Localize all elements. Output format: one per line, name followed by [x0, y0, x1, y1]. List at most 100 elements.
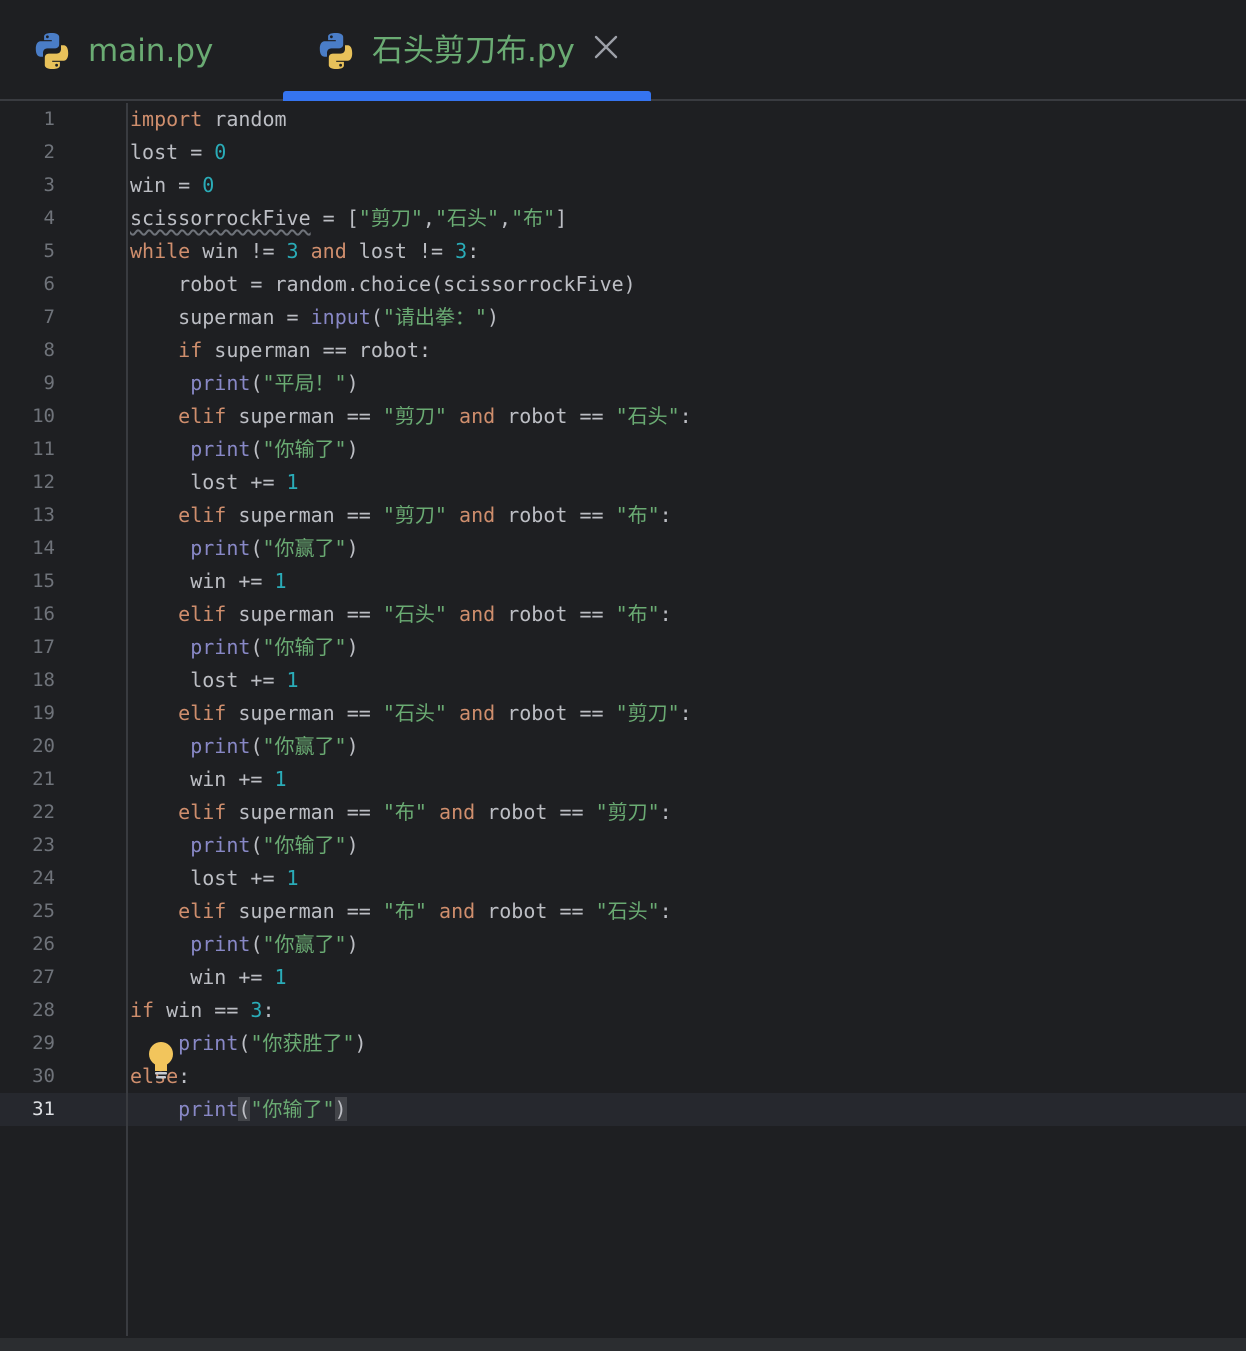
code-token: "你赢了"	[262, 734, 347, 758]
line-number: 4	[43, 207, 55, 229]
code-line[interactable]: 30 else:	[0, 1060, 1246, 1093]
code-line[interactable]: 10 elif superman == "剪刀" and robot == "石…	[0, 400, 1246, 433]
tab-active-file[interactable]: 石头剪刀布.py	[316, 0, 651, 101]
code-token: superman ==	[226, 404, 383, 428]
code-line[interactable]: 6 robot = random.choice(scissorrockFive)	[0, 268, 1246, 301]
code-line[interactable]: 18 lost += 1	[0, 664, 1246, 697]
code-text[interactable]: lost += 1	[130, 664, 298, 697]
code-line[interactable]: 9 print("平局！")	[0, 367, 1246, 400]
code-token: lost +=	[130, 866, 287, 890]
code-line[interactable]: 22 elif superman == "布" and robot == "剪刀…	[0, 796, 1246, 829]
code-token: "布"	[382, 899, 427, 923]
code-text[interactable]: print("你输了")	[130, 433, 358, 466]
tab-label: main.py	[88, 32, 214, 69]
code-text[interactable]: win = 0	[130, 169, 214, 202]
code-line[interactable]: 13 elif superman == "剪刀" and robot == "布…	[0, 499, 1246, 532]
code-text[interactable]: if win == 3:	[130, 994, 275, 1027]
code-text[interactable]: lost = 0	[130, 136, 226, 169]
code-line[interactable]: 11 print("你输了")	[0, 433, 1246, 466]
code-line[interactable]: 31 print("你输了")	[0, 1093, 1246, 1126]
code-text[interactable]: elif superman == "石头" and robot == "布":	[130, 598, 672, 631]
code-token: elif	[178, 602, 227, 626]
code-token: robot ==	[495, 404, 616, 428]
code-text[interactable]: print("你输了")	[130, 631, 358, 664]
code-token: print	[178, 1097, 239, 1121]
code-text[interactable]: elif superman == "布" and robot == "石头":	[130, 895, 672, 928]
code-text[interactable]: while win != 3 and lost != 3:	[130, 235, 479, 268]
lightbulb-icon[interactable]	[146, 1041, 176, 1081]
code-line[interactable]: 20 print("你赢了")	[0, 730, 1246, 763]
code-line[interactable]: 3 win = 0	[0, 169, 1246, 202]
code-line[interactable]: 21 win += 1	[0, 763, 1246, 796]
code-text[interactable]: if superman == robot:	[130, 334, 431, 367]
close-icon[interactable]	[591, 32, 621, 62]
line-number: 23	[32, 834, 55, 856]
code-text[interactable]: superman = input("请出拳：")	[130, 301, 499, 334]
line-number: 22	[32, 801, 55, 823]
code-line[interactable]: 19 elif superman == "石头" and robot == "剪…	[0, 697, 1246, 730]
code-line[interactable]: 17 print("你输了")	[0, 631, 1246, 664]
code-line[interactable]: 12 lost += 1	[0, 466, 1246, 499]
code-text[interactable]: print("你输了")	[130, 829, 358, 862]
code-text[interactable]: print("你赢了")	[130, 928, 358, 961]
code-line[interactable]: 26 print("你赢了")	[0, 928, 1246, 961]
code-line[interactable]: 14 print("你赢了")	[0, 532, 1246, 565]
code-token: elif	[178, 503, 227, 527]
code-text[interactable]: elif superman == "石头" and robot == "剪刀":	[130, 697, 692, 730]
code-token: superman =	[130, 305, 311, 329]
code-token: "石头"	[434, 206, 500, 230]
code-text[interactable]: print("平局！")	[130, 367, 358, 400]
line-number: 9	[43, 372, 55, 394]
code-text[interactable]: win += 1	[130, 763, 286, 796]
code-text[interactable]: elif superman == "布" and robot == "剪刀":	[130, 796, 672, 829]
horizontal-scrollbar[interactable]	[0, 1338, 1246, 1351]
code-line[interactable]: 1 import random	[0, 103, 1246, 136]
code-text[interactable]: print("你赢了")	[130, 532, 358, 565]
code-line[interactable]: 15 win += 1	[0, 565, 1246, 598]
active-tab-indicator	[283, 91, 651, 101]
code-line[interactable]: 23 print("你输了")	[0, 829, 1246, 862]
code-text[interactable]: elif superman == "剪刀" and robot == "布":	[130, 499, 672, 532]
code-text[interactable]: win += 1	[130, 961, 286, 994]
code-text[interactable]: lost += 1	[130, 466, 298, 499]
code-line[interactable]: 28 if win == 3:	[0, 994, 1246, 1027]
code-token: "布"	[511, 206, 556, 230]
code-token: "布"	[382, 800, 427, 824]
code-line[interactable]: 7 superman = input("请出拳：")	[0, 301, 1246, 334]
code-text[interactable]: win += 1	[130, 565, 286, 598]
code-line[interactable]: 24 lost += 1	[0, 862, 1246, 895]
code-text[interactable]: lost += 1	[130, 862, 298, 895]
code-token: and	[459, 602, 496, 626]
code-token: superman ==	[226, 899, 383, 923]
code-editor[interactable]: 1 import random 2 lost = 0 3 win = 0 4 scissorr…	[0, 103, 1246, 1336]
code-token: elif	[178, 899, 227, 923]
code-line[interactable]: 4 scissorrockFive = ["剪刀","石头","布"]	[0, 202, 1246, 235]
code-text[interactable]: scissorrockFive = ["剪刀","石头","布"]	[130, 202, 567, 235]
code-line[interactable]: 16 elif superman == "石头" and robot == "布…	[0, 598, 1246, 631]
code-text[interactable]: print("你赢了")	[130, 730, 358, 763]
code-line[interactable]: 25 elif superman == "布" and robot == "石头…	[0, 895, 1246, 928]
code-token: elif	[178, 701, 227, 725]
code-line[interactable]: 2 lost = 0	[0, 136, 1246, 169]
code-line[interactable]: 29 print("你获胜了")	[0, 1027, 1246, 1060]
code-token: "剪刀"	[382, 503, 447, 527]
code-text[interactable]: import random	[130, 103, 287, 136]
tab-main-py[interactable]: main.py	[32, 0, 282, 101]
code-token: = [	[310, 206, 359, 230]
line-number: 10	[32, 405, 55, 427]
code-text[interactable]: robot = random.choice(scissorrockFive)	[130, 268, 636, 301]
code-line[interactable]: 27 win += 1	[0, 961, 1246, 994]
code-text[interactable]: elif superman == "剪刀" and robot == "石头":	[130, 400, 692, 433]
code-line[interactable]: 5 while win != 3 and lost != 3:	[0, 235, 1246, 268]
code-line[interactable]: 8 if superman == robot:	[0, 334, 1246, 367]
code-token: superman ==	[226, 800, 383, 824]
tab-label: 石头剪刀布.py	[372, 32, 575, 69]
code-text[interactable]: print("你输了")	[130, 1093, 347, 1126]
code-token: (	[238, 1031, 251, 1055]
